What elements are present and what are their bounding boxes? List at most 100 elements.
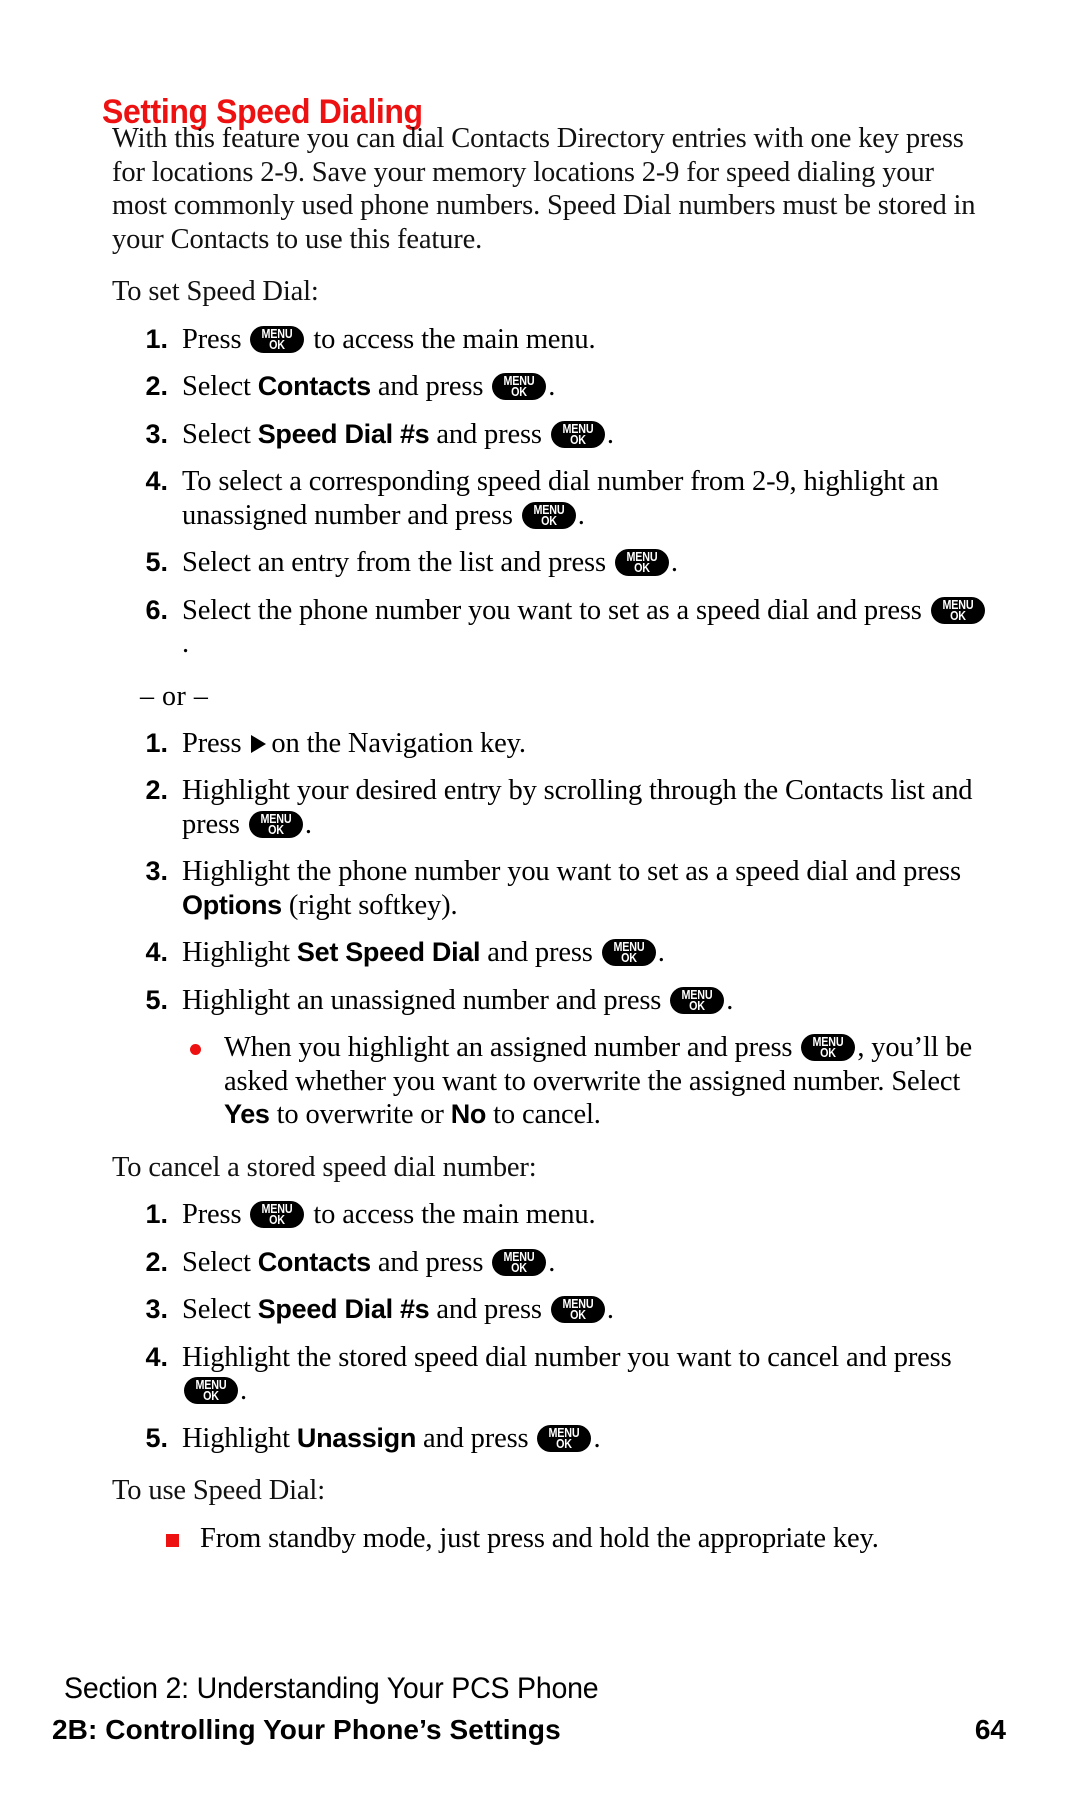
menu-ok-key-icon: MENU OK [550,420,605,448]
step-number: 4. [145,937,168,967]
step-number: 4. [145,466,168,496]
menu-ok-key-label-ok: OK [269,337,286,352]
menu-ok-key-label-ok: OK [569,1308,586,1322]
numbered-step: 4. Highlight Set Speed Dial and press MEN… [0,936,1080,970]
step-text: Press MENU OK to access the main menu. [182,323,596,355]
menu-ok-key-icon: MENU OK [248,810,303,838]
step-text: Select Speed Dial #s and press MENU OK. [182,418,614,450]
menu-ok-key-icon: MENU OK [537,1424,592,1452]
footer-page-number: 64 [974,1714,1006,1745]
numbered-step: 3. Select Speed Dial #s and press MENU OK. [0,1293,1080,1327]
step-text: Select Contacts and press MENU OK. [182,1246,556,1278]
numbered-step: 2. Highlight your desired entry by scroll… [0,774,1080,841]
steps-set-speed-dial: 1. Press MENU OK to access the main menu. 2… [0,323,1080,661]
red-dot-shape [190,1044,201,1055]
menu-ok-key-icon: MENU OK [801,1034,856,1061]
footer-section-line: Section 2: Understanding Your PCS Phone [64,1672,599,1705]
step-number: 2. [145,775,168,805]
step-number: 3. [145,1294,168,1324]
step-text: To select a corresponding speed dial num… [182,466,939,531]
ui-term: No [450,1099,487,1129]
step-text: Press on the Navigation key. [182,727,526,759]
note-bullet-row: When you highlight an assigned number an… [0,1031,1080,1132]
ui-term: Options [182,889,282,920]
step-text: Select the phone number you want to set … [182,594,990,661]
numbered-step: 1. Press MENU OK to access the main menu. [0,323,1080,357]
red-square-bullet-icon [166,1522,186,1556]
menu-ok-key-label-ok: OK [556,1436,573,1451]
ui-term: Unassign [296,1422,417,1453]
ui-term: Speed Dial #s [257,418,430,449]
numbered-step: 5. Select an entry from the list and pres… [0,546,1080,580]
lead-to-set-speed-dial: To set Speed Dial: [112,276,319,307]
ui-term: Set Speed Dial [296,937,481,967]
red-dot-bullet-icon [190,1031,210,1065]
numbered-step: 1. Press MENU OK to access the main menu. [0,1198,1080,1232]
step-text: Select Speed Dial #s and press MENU OK. [182,1294,614,1325]
ui-term: Yes [224,1099,270,1129]
menu-ok-key-label-ok: OK [633,561,650,575]
step-text: Highlight the phone number you want to s… [182,856,961,921]
menu-ok-key-label-ok: OK [620,951,637,965]
menu-ok-key-icon: MENU OK [550,1296,605,1323]
step-number: 1. [145,323,168,354]
numbered-step: 3. Select Speed Dial #s and press MENU OK. [0,418,1080,452]
numbered-step: 3. Highlight the phone number you want to… [0,855,1080,922]
note-text: When you highlight an assigned number an… [224,1032,973,1130]
lead-to-use-speed-dial: To use Speed Dial: [112,1475,325,1506]
step-text: Highlight the stored speed dial number y… [182,1341,952,1407]
steps-cancel-speed-dial: 1. Press MENU OK to access the main menu. 2… [0,1198,1080,1455]
page-content: With this feature you can dial Contacts … [0,122,1080,1555]
step-number: 1. [145,727,168,758]
menu-ok-key-label-ok: OK [203,1389,219,1403]
steps-alternate-method: 1. Press on the Navigation key. 2. Highligh… [0,727,1080,1018]
use-speed-dial-bullet-row: From standby mode, just press and hold t… [0,1522,1080,1556]
bullet-use-speed-dial: From standby mode, just press and hold t… [0,1522,1080,1556]
intro-paragraph-block: With this feature you can dial Contacts … [0,122,1080,256]
numbered-step: 5. Highlight Unassign and press MENU OK. [0,1422,1080,1456]
menu-ok-key-label-ok: OK [540,513,557,528]
menu-ok-key-label-ok: OK [820,1046,837,1060]
numbered-step: 5. Highlight an unassigned number and pre… [0,984,1080,1018]
red-square-shape [166,1533,179,1547]
step-text: Select Contacts and press MENU OK. [182,371,556,402]
step-text: Press MENU OK to access the main menu. [182,1199,596,1230]
step-text: Highlight an unassigned number and press… [182,984,734,1016]
menu-ok-key-label-ok: OK [511,1260,528,1275]
menu-ok-key-label-ok: OK [511,385,528,399]
manual-page: Setting Speed Dialing With this feature … [0,0,1080,1800]
menu-ok-key-icon: MENU OK [614,549,669,576]
step-number: 3. [145,856,168,886]
step-number: 5. [145,547,168,577]
menu-ok-key-label-ok: OK [689,998,706,1013]
menu-ok-key-icon: MENU OK [492,1248,547,1276]
footer-chapter-line: 2B: Controlling Your Phone’s Settings [52,1714,561,1745]
step-number: 6. [145,594,168,625]
use-speed-dial-bullet-text: From standby mode, just press and hold t… [200,1522,879,1554]
ui-term: Contacts [257,1246,371,1277]
menu-ok-key-label-ok: OK [569,432,586,447]
step-number: 3. [145,418,168,449]
menu-ok-key-icon: MENU OK [601,939,656,966]
step-text: Highlight Unassign and press MENU OK. [182,1422,601,1454]
step-text: Highlight your desired entry by scrollin… [182,775,973,840]
menu-ok-key-icon: MENU OK [930,596,985,624]
menu-ok-key-icon: MENU OK [521,501,576,529]
lead-to-cancel-speed-dial: To cancel a stored speed dial number: [112,1151,537,1183]
step-number: 5. [145,1422,168,1453]
menu-ok-key-icon: MENU OK [492,373,547,400]
numbered-step: 4. To select a corresponding speed dial n… [0,465,1080,532]
or-separator: – or – [140,680,209,712]
ui-term: Contacts [257,371,371,401]
numbered-step: 1. Press on the Navigation key. [0,727,1080,761]
step-text: Highlight Set Speed Dial and press MENU O… [182,937,665,968]
menu-ok-key-icon: MENU OK [250,1201,305,1228]
menu-ok-key-icon: MENU OK [250,325,305,353]
menu-ok-key-icon: MENU OK [184,1377,238,1404]
step-number: 1. [145,1199,168,1229]
step-number: 2. [145,371,168,401]
numbered-step: 6. Select the phone number you want to se… [0,594,1080,661]
step-number: 2. [145,1246,168,1277]
menu-ok-key-label-ok: OK [267,822,284,837]
numbered-step: 2. Select Contacts and press MENU OK. [0,1246,1080,1280]
